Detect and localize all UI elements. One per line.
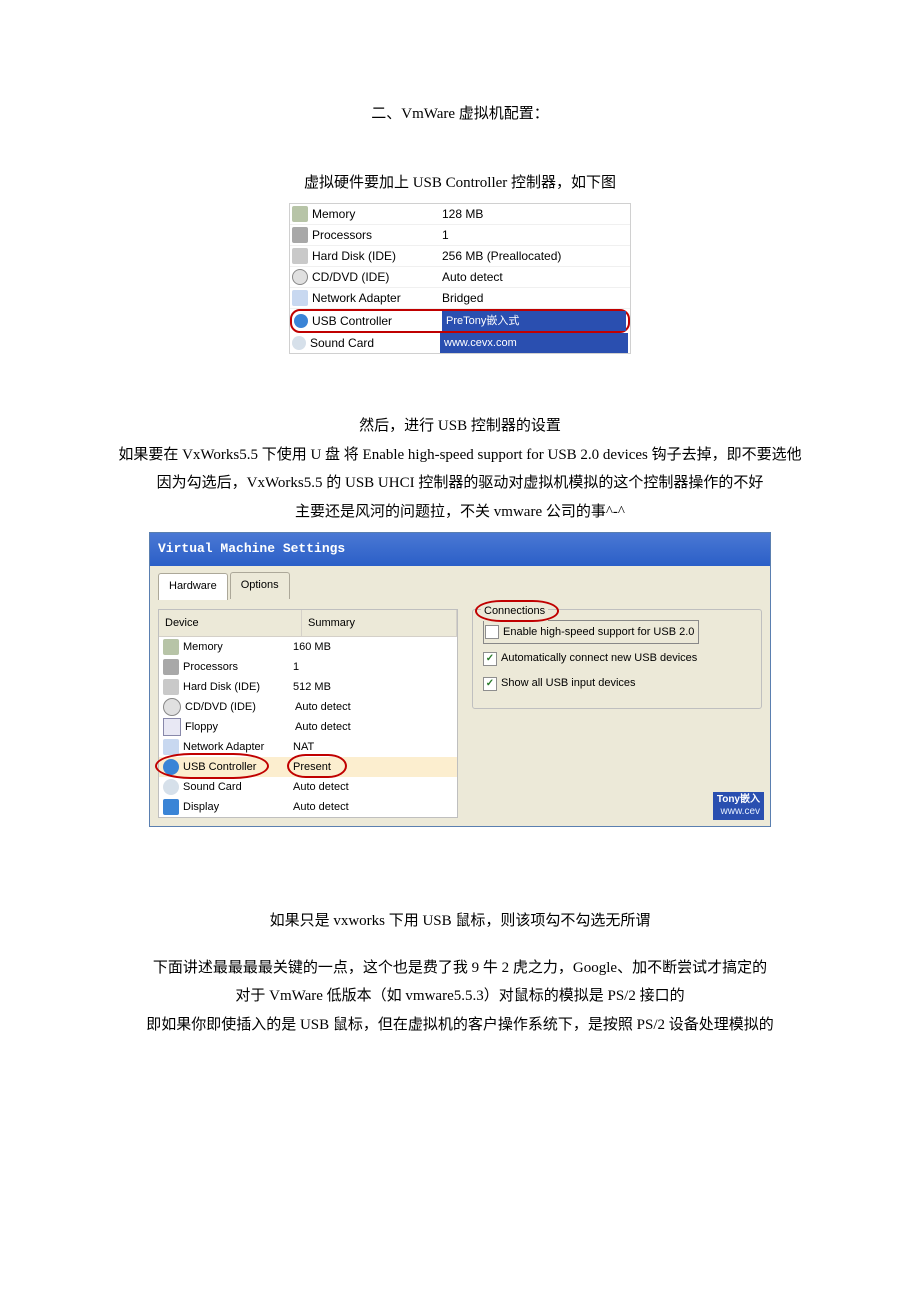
dialog-title: Virtual Machine Settings [150,533,770,566]
usb-icon [294,314,308,328]
list-item[interactable]: Hard Disk (IDE)512 MB [159,677,457,697]
list-item[interactable]: Sound CardAuto detect [159,777,457,797]
vmware-settings-dialog: Virtual Machine Settings Hardware Option… [149,532,771,827]
checkbox-label: Enable high-speed support for USB 2.0 [503,622,694,643]
list-item[interactable]: Network AdapterBridged [290,288,630,309]
hdd-icon [292,248,308,264]
list-item[interactable]: Processors1 [290,225,630,246]
device-summary: Auto detect [295,697,453,718]
paragraph: 下面讲述最最最最关键的一点，这个也是费了我 9 牛 2 虎之力，Google、加… [70,954,850,983]
list-item[interactable]: FloppyAuto detect [159,717,457,737]
list-item[interactable]: USB ControllerPresent [159,757,457,777]
device-value: PreTony嵌入式 [442,311,626,332]
list-item[interactable]: Memory128 MB [290,204,630,225]
watermark-badge: Tony嵌入 www.cev [713,792,764,820]
connections-group: Connections Enable high-speed support fo… [472,609,762,710]
list-item[interactable]: Sound Cardwww.cevx.com [290,333,630,353]
hardware-list-small: Memory128 MBProcessors1Hard Disk (IDE)25… [70,203,850,354]
device-name: Processors [183,657,293,678]
device-name: Memory [312,203,442,226]
paragraph: 如果要在 VxWorks5.5 下使用 U 盘 将 Enable high-sp… [70,441,850,470]
device-name: Processors [312,224,442,247]
checkbox-icon [483,652,497,666]
checkbox-icon [485,625,499,639]
hdd-icon [163,679,179,695]
paragraph: 如果只是 vxworks 下用 USB 鼠标，则该项勾不勾选无所谓 [70,907,850,936]
paragraph: 虚拟硬件要加上 USB Controller 控制器，如下图 [70,169,850,198]
tab-options[interactable]: Options [230,572,290,599]
memory-icon [163,639,179,655]
device-name: CD/DVD (IDE) [185,697,295,718]
list-item[interactable]: Network AdapterNAT [159,737,457,757]
device-value: Auto detect [442,266,628,289]
device-value: www.cevx.com [440,333,628,354]
memory-icon [292,206,308,222]
checkbox-label: Show all USB input devices [501,673,636,694]
device-name: Display [183,797,293,818]
checkbox-show-usb-input[interactable]: Show all USB input devices [483,673,751,694]
paragraph: 对于 VmWare 低版本（如 vmware5.5.3）对鼠标的模拟是 PS/2… [70,982,850,1011]
device-value: 128 MB [442,203,628,226]
device-name: CD/DVD (IDE) [312,266,442,289]
list-item[interactable]: Hard Disk (IDE)256 MB (Preallocated) [290,246,630,267]
checkbox-enable-usb2[interactable]: Enable high-speed support for USB 2.0 [483,620,699,645]
list-item[interactable]: USB ControllerPreTony嵌入式 [290,309,630,333]
cd-icon [292,269,308,285]
list-item[interactable]: CD/DVD (IDE)Auto detect [290,267,630,288]
sound-icon [292,336,306,350]
col-device: Device [159,610,302,637]
device-summary: 160 MB [293,637,453,658]
device-list-header: Device Summary [159,610,457,638]
sound-icon [163,779,179,795]
device-name: Floppy [185,717,295,738]
device-name: Hard Disk (IDE) [183,677,293,698]
device-summary: Auto detect [295,717,453,738]
paragraph: 因为勾选后，VxWorks5.5 的 USB UHCI 控制器的驱动对虚拟机模拟… [70,469,850,498]
list-item[interactable]: Memory160 MB [159,637,457,657]
device-name: Sound Card [183,777,293,798]
device-summary: Auto detect [293,777,453,798]
device-name: USB Controller [183,757,293,778]
checkbox-auto-connect-usb[interactable]: Automatically connect new USB devices [483,648,751,669]
display-icon [163,799,179,815]
device-name: USB Controller [312,310,442,333]
list-item[interactable]: DisplayAuto detect [159,797,457,817]
cpu-icon [292,227,308,243]
col-summary: Summary [302,610,457,637]
device-list: Device Summary Memory160 MBProcessors1Ha… [158,609,458,819]
net-icon [292,290,308,306]
paragraph: 即如果你即使插入的是 USB 鼠标，但在虚拟机的客户操作系统下，是按照 PS/2… [70,1011,850,1040]
section-title: 二、VmWare 虚拟机配置： [70,100,850,129]
device-summary: NAT [293,737,453,758]
cpu-icon [163,659,179,675]
device-value: 1 [442,224,628,247]
device-value: Bridged [442,287,628,310]
tabs: Hardware Options [158,572,762,599]
list-item[interactable]: CD/DVD (IDE)Auto detect [159,697,457,717]
group-title: Connections [481,601,548,622]
device-name: Memory [183,637,293,658]
device-summary: 512 MB [293,677,453,698]
paragraph: 主要还是风河的问题拉，不关 vmware 公司的事^-^ [70,498,850,527]
document-page: 二、VmWare 虚拟机配置： 虚拟硬件要加上 USB Controller 控… [0,0,920,1099]
list-item[interactable]: Processors1 [159,657,457,677]
device-summary: Auto detect [293,797,453,818]
usb-icon [163,759,179,775]
device-value: 256 MB (Preallocated) [442,245,628,268]
device-name: Hard Disk (IDE) [312,245,442,268]
device-name: Network Adapter [312,287,442,310]
tab-hardware[interactable]: Hardware [158,573,228,600]
device-name: Network Adapter [183,737,293,758]
checkbox-icon [483,677,497,691]
checkbox-label: Automatically connect new USB devices [501,648,697,669]
device-name: Sound Card [310,332,440,355]
paragraph: 然后，进行 USB 控制器的设置 [70,412,850,441]
device-summary: Present [293,757,453,778]
device-summary: 1 [293,657,453,678]
cd-icon [163,698,181,716]
floppy-icon [163,718,181,736]
net-icon [163,739,179,755]
